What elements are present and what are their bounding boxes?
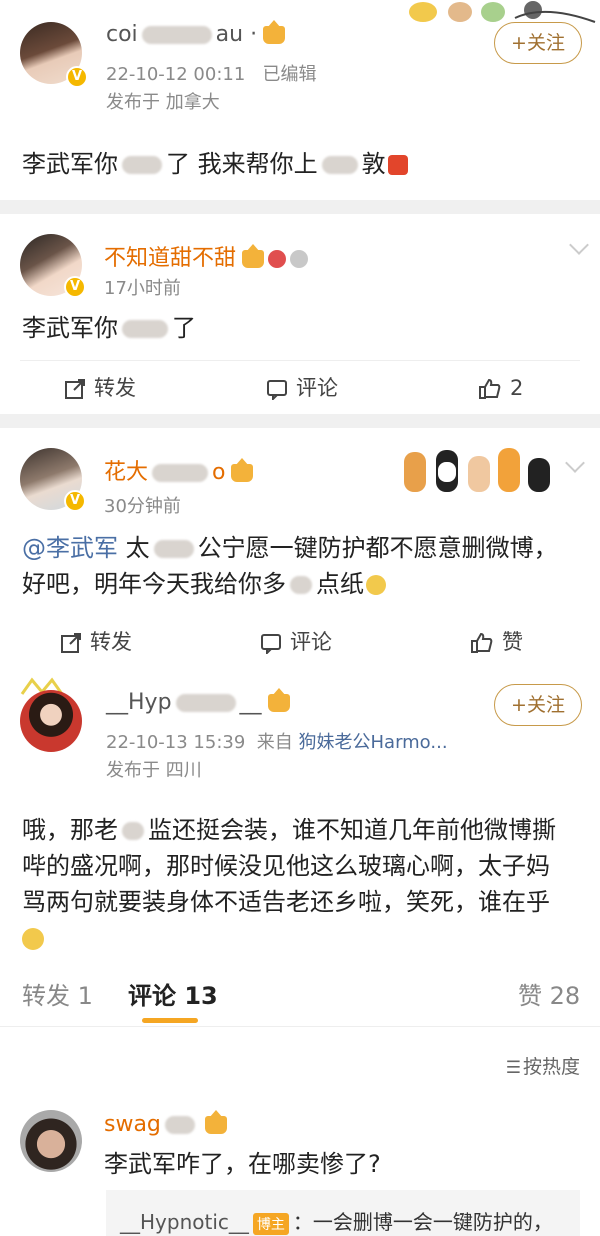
repost-button[interactable]: 转发 <box>64 362 136 414</box>
comment-content: 李武军你了 <box>22 314 196 342</box>
crown-icon <box>242 244 265 268</box>
thumbs-up-icon <box>471 632 493 653</box>
author-name[interactable]: coi au · <box>106 20 286 47</box>
badge-icon <box>268 250 287 268</box>
comment-1: V 不知道甜不甜 17小时前 李武军你了 转发 评论 2 <box>0 214 600 414</box>
comment-time: 30分钟前 <box>104 496 181 517</box>
separator <box>0 414 600 428</box>
paw-icon <box>404 448 550 492</box>
comment-icon <box>261 634 281 654</box>
emoji-icon <box>366 575 386 595</box>
post-meta: 22-10-12 00:11 已编辑 <box>106 64 317 85</box>
chevron-down-icon[interactable] <box>569 235 589 255</box>
comment-icon <box>267 380 287 400</box>
sub-reply-box[interactable]: __Hypnotic__ 博主 ：一会删博一会一键防护的， <box>106 1190 580 1236</box>
comment-content: @李武军 太公宁愿一键防护都不愿意删微博， 好吧，明年今天我给你多 点纸 <box>22 534 558 598</box>
crown-icon <box>263 20 286 44</box>
chevron-down-icon[interactable] <box>565 453 585 473</box>
like-button[interactable]: 2 <box>478 362 523 414</box>
like-button[interactable]: 赞 <box>470 616 523 668</box>
reply-comment: swag 李武军咋了，在哪卖惨了? __Hypnotic__ 博主 ：一会删博一会一… <box>0 1100 600 1236</box>
repost-button[interactable]: 转发 <box>60 616 132 668</box>
divider <box>20 360 580 361</box>
sort-icon: ☰ <box>505 1058 521 1078</box>
sticker-icon <box>409 1 596 23</box>
post-content: 李武军你了 我来帮你上敦 <box>22 146 408 182</box>
paw-stickers <box>400 432 560 496</box>
blurred-text <box>153 540 194 558</box>
tab-like[interactable]: 赞 28 <box>518 976 580 1011</box>
follow-button[interactable]: +关注 <box>494 684 582 726</box>
tab-repost[interactable]: 转发 1 <box>22 976 93 1011</box>
repost-icon <box>65 379 85 399</box>
action-bar: 转发 评论 赞 <box>0 616 600 668</box>
emoji-icon <box>22 928 44 950</box>
verified-badge-icon: V <box>64 490 86 512</box>
post-location: 发布于 加拿大 <box>106 92 220 113</box>
author-name[interactable]: __Hyp __ <box>106 688 290 715</box>
blurred-text <box>290 576 312 594</box>
comment-2: V 花大 o 30分钟前 @李武军 太公宁愿一键防护都不愿意删微博， 好吧，明年今… <box>0 428 600 678</box>
blurred-text <box>321 156 358 174</box>
commenter-name[interactable]: 花大 o <box>104 454 254 486</box>
blurred-text <box>175 694 236 712</box>
post-1: V coi au · 22-10-12 00:11 已编辑 发布于 加拿大 +关注… <box>0 0 600 200</box>
emoji-icon <box>387 155 408 175</box>
replier-name[interactable]: swag <box>104 1110 227 1137</box>
post-meta: 22-10-13 15:39 来自 狗妹老公Harmo... <box>106 732 448 753</box>
thumbs-up-icon <box>479 378 501 399</box>
crown-icon <box>267 688 290 712</box>
post-2: __Hyp __ +关注 22-10-13 15:39 来自 狗妹老公Harmo.… <box>0 672 600 972</box>
blurred-text <box>122 320 168 338</box>
repost-icon <box>61 633 81 653</box>
action-bar: 转发 评论 2 <box>0 362 600 414</box>
divider <box>0 1026 600 1027</box>
interaction-tabs: 转发 1 评论 13 赞 28 <box>0 976 600 1026</box>
verified-badge-icon: V <box>66 66 88 88</box>
comment-button[interactable]: 评论 <box>266 362 338 414</box>
reply-content: 李武军咋了，在哪卖惨了? <box>104 1150 381 1178</box>
post-content: 哦，那老 监还挺会装，谁不知道几年前他微博撕 哔的盛况啊，那时候没见他这么玻璃心啊… <box>22 812 592 956</box>
avatar[interactable] <box>20 690 82 752</box>
active-tab-indicator <box>142 1018 198 1023</box>
blurred-text <box>122 156 162 174</box>
blurred-text <box>122 822 144 840</box>
verified-badge-icon: V <box>64 276 86 298</box>
separator <box>0 200 600 214</box>
crown-icon <box>231 458 254 482</box>
post-location: 发布于 四川 <box>106 760 202 781</box>
comment-time: 17小时前 <box>104 278 181 299</box>
badge-icon <box>290 250 309 268</box>
tab-comment[interactable]: 评论 13 <box>128 976 218 1011</box>
sort-by-hot-button[interactable]: ☰ 按热度 <box>506 1052 580 1079</box>
decoration-stickers <box>405 0 600 26</box>
source-link[interactable]: 狗妹老公Harmo... <box>299 732 448 753</box>
follow-button[interactable]: +关注 <box>494 22 582 64</box>
host-badge: 博主 <box>252 1212 289 1235</box>
mention-link[interactable]: @李武军 <box>22 534 118 562</box>
avatar[interactable] <box>20 1110 82 1172</box>
blurred-text <box>141 26 212 44</box>
blurred-text <box>152 464 209 482</box>
crown-icon <box>204 1110 227 1134</box>
commenter-name[interactable]: 不知道甜不甜 <box>104 240 309 272</box>
comment-button[interactable]: 评论 <box>260 616 332 668</box>
blurred-text <box>164 1116 195 1134</box>
